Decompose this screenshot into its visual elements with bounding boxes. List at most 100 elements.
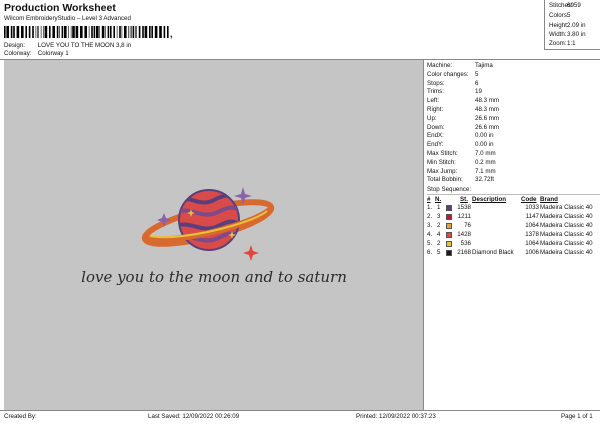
sparkle-bottom-right bbox=[243, 245, 259, 261]
info-row: Color changes: 5 bbox=[427, 71, 478, 78]
color-swatch bbox=[446, 223, 452, 229]
stats-label: Colors: bbox=[549, 12, 569, 19]
info-label: Color changes: bbox=[427, 70, 469, 78]
stop-cell-st: 2168 bbox=[457, 249, 471, 256]
info-row: Max Jump: 7.1 mm bbox=[427, 168, 496, 175]
color-swatch bbox=[446, 241, 452, 247]
info-value: 32.72ft bbox=[475, 176, 494, 184]
info-row: Up: 26.6 mm bbox=[427, 115, 499, 122]
stop-cell-brand: Madeira Classic 40 bbox=[540, 204, 593, 211]
col-header-code: Code bbox=[521, 196, 537, 203]
stop-cell-n: 1 bbox=[437, 204, 441, 211]
info-row: Stops: 6 bbox=[427, 80, 478, 87]
stats-label: Width: bbox=[549, 31, 567, 38]
stop-cell-num: 6. bbox=[427, 249, 433, 256]
info-label: Down: bbox=[427, 123, 445, 131]
info-value: 0.00 in bbox=[475, 141, 494, 149]
stop-cell-code: 1064 bbox=[525, 222, 539, 229]
stats-colors: Colors:5 bbox=[549, 12, 570, 19]
stop-cell-st: 76 bbox=[464, 222, 471, 229]
stop-cell-code: 1064 bbox=[525, 240, 539, 247]
colorway-value: Colorway 1 bbox=[37, 50, 69, 57]
stop-sequence-title: Stop Sequence: bbox=[427, 186, 472, 193]
barcode bbox=[4, 26, 169, 38]
info-label: Max Stitch: bbox=[427, 150, 458, 157]
info-label: Right: bbox=[427, 106, 444, 113]
info-label: Machine: bbox=[427, 62, 453, 69]
col-header-st: St. bbox=[460, 196, 468, 203]
stop-cell-n: 2 bbox=[437, 240, 441, 247]
info-value: 0.00 in bbox=[475, 132, 494, 140]
stats-value: 2.09 in bbox=[567, 22, 586, 29]
footer-divider bbox=[0, 410, 600, 411]
last-saved: Last Saved: 12/09/2022 00:26:09 bbox=[148, 413, 240, 420]
stats-label: Stitches: bbox=[549, 2, 573, 9]
col-header-description: Description bbox=[472, 196, 507, 203]
stats-width: Width:3.80 in bbox=[549, 31, 586, 38]
stats-stitches: Stitches:6959 bbox=[549, 2, 581, 9]
stop-cell-num: 2. bbox=[427, 213, 433, 220]
info-label: Stops: bbox=[427, 79, 445, 87]
info-value: 7.1 mm bbox=[475, 167, 496, 175]
col-header-n: N. bbox=[435, 196, 442, 203]
info-row: EndX: 0.00 in bbox=[427, 132, 494, 139]
info-label: Up: bbox=[427, 114, 437, 122]
color-swatch bbox=[446, 250, 452, 256]
design-label: Design: bbox=[4, 42, 25, 49]
info-value: 7.0 mm bbox=[475, 150, 496, 157]
color-swatch bbox=[446, 214, 452, 220]
info-row: Max Stitch: 7.0 mm bbox=[427, 150, 496, 157]
info-value: 0.2 mm bbox=[475, 158, 496, 166]
info-row: Right: 48.3 mm bbox=[427, 106, 499, 113]
stop-cell-n: 5 bbox=[437, 249, 441, 256]
info-value: 6 bbox=[475, 79, 479, 87]
info-row: EndY: 0.00 in bbox=[427, 141, 494, 148]
col-header-brand: Brand bbox=[540, 196, 558, 203]
colorway-label: Colorway: bbox=[4, 50, 32, 57]
info-row: Trims: 19 bbox=[427, 88, 482, 95]
stop-cell-n: 2 bbox=[437, 222, 441, 229]
stats-value: 5 bbox=[567, 12, 571, 19]
info-row: Machine: Tajima bbox=[427, 62, 493, 69]
info-value: 5 bbox=[475, 70, 479, 78]
info-row: Left: 48.3 mm bbox=[427, 97, 499, 104]
worksheet-title: Production Worksheet bbox=[4, 2, 116, 14]
stop-cell-n: 3 bbox=[437, 213, 441, 220]
stop-cell-num: 1. bbox=[427, 204, 433, 211]
design-value: LOVE YOU TO THE MOON 3,8 in bbox=[37, 42, 132, 49]
stats-value: 6959 bbox=[567, 2, 581, 9]
stats-label: Zoom: bbox=[549, 40, 567, 47]
software-name: Wilcom EmbroideryStudio – Level 3 Advanc… bbox=[4, 15, 131, 22]
design-row: Design: LOVE YOU TO THE MOON 3,8 in bbox=[4, 42, 131, 49]
stop-sequence-divider bbox=[427, 194, 600, 195]
info-row: Down: 26.6 mm bbox=[427, 124, 499, 131]
stop-cell-code: 1033 bbox=[525, 204, 539, 211]
stats-value: 3.80 in bbox=[567, 31, 586, 38]
stop-cell-description: Diamond Black bbox=[472, 249, 514, 256]
stop-cell-st: 536 bbox=[460, 240, 471, 247]
info-label: Trims: bbox=[427, 88, 444, 96]
stop-cell-brand: Madeira Classic 40 bbox=[540, 231, 593, 238]
stop-cell-brand: Madeira Classic 40 bbox=[540, 222, 593, 229]
printed-date: Printed: 12/09/2022 00:37:23 bbox=[356, 413, 436, 420]
info-label: Left: bbox=[427, 97, 440, 105]
colorway-row: Colorway: Colorway 1 bbox=[4, 50, 69, 57]
info-row: Min Stitch: 0.2 mm bbox=[427, 159, 496, 166]
stop-cell-n: 4 bbox=[437, 231, 441, 238]
info-value: Tajima bbox=[475, 62, 493, 69]
info-label: Min Stitch: bbox=[427, 158, 456, 166]
stop-cell-st: 1211 bbox=[457, 213, 471, 220]
info-row: Total Bobbin: 32.72ft bbox=[427, 176, 494, 183]
stats-height: Height:2.09 in bbox=[549, 22, 586, 29]
design-script-text: love you to the moon and to saturn bbox=[81, 268, 347, 286]
stop-cell-code: 1378 bbox=[525, 231, 539, 238]
page-number: Page 1 of 1 bbox=[561, 413, 593, 420]
stop-cell-st: 1538 bbox=[457, 204, 471, 211]
info-label: EndY: bbox=[427, 141, 444, 149]
info-value: 48.3 mm bbox=[475, 106, 500, 113]
stop-cell-brand: Madeira Classic 40 bbox=[540, 213, 593, 220]
stats-box: Stitches:6959 Colors:5 Height:2.09 in Wi… bbox=[544, 0, 600, 50]
info-value: 26.6 mm bbox=[475, 114, 500, 122]
stats-label: Height: bbox=[549, 22, 569, 29]
info-label: Total Bobbin: bbox=[427, 176, 463, 184]
